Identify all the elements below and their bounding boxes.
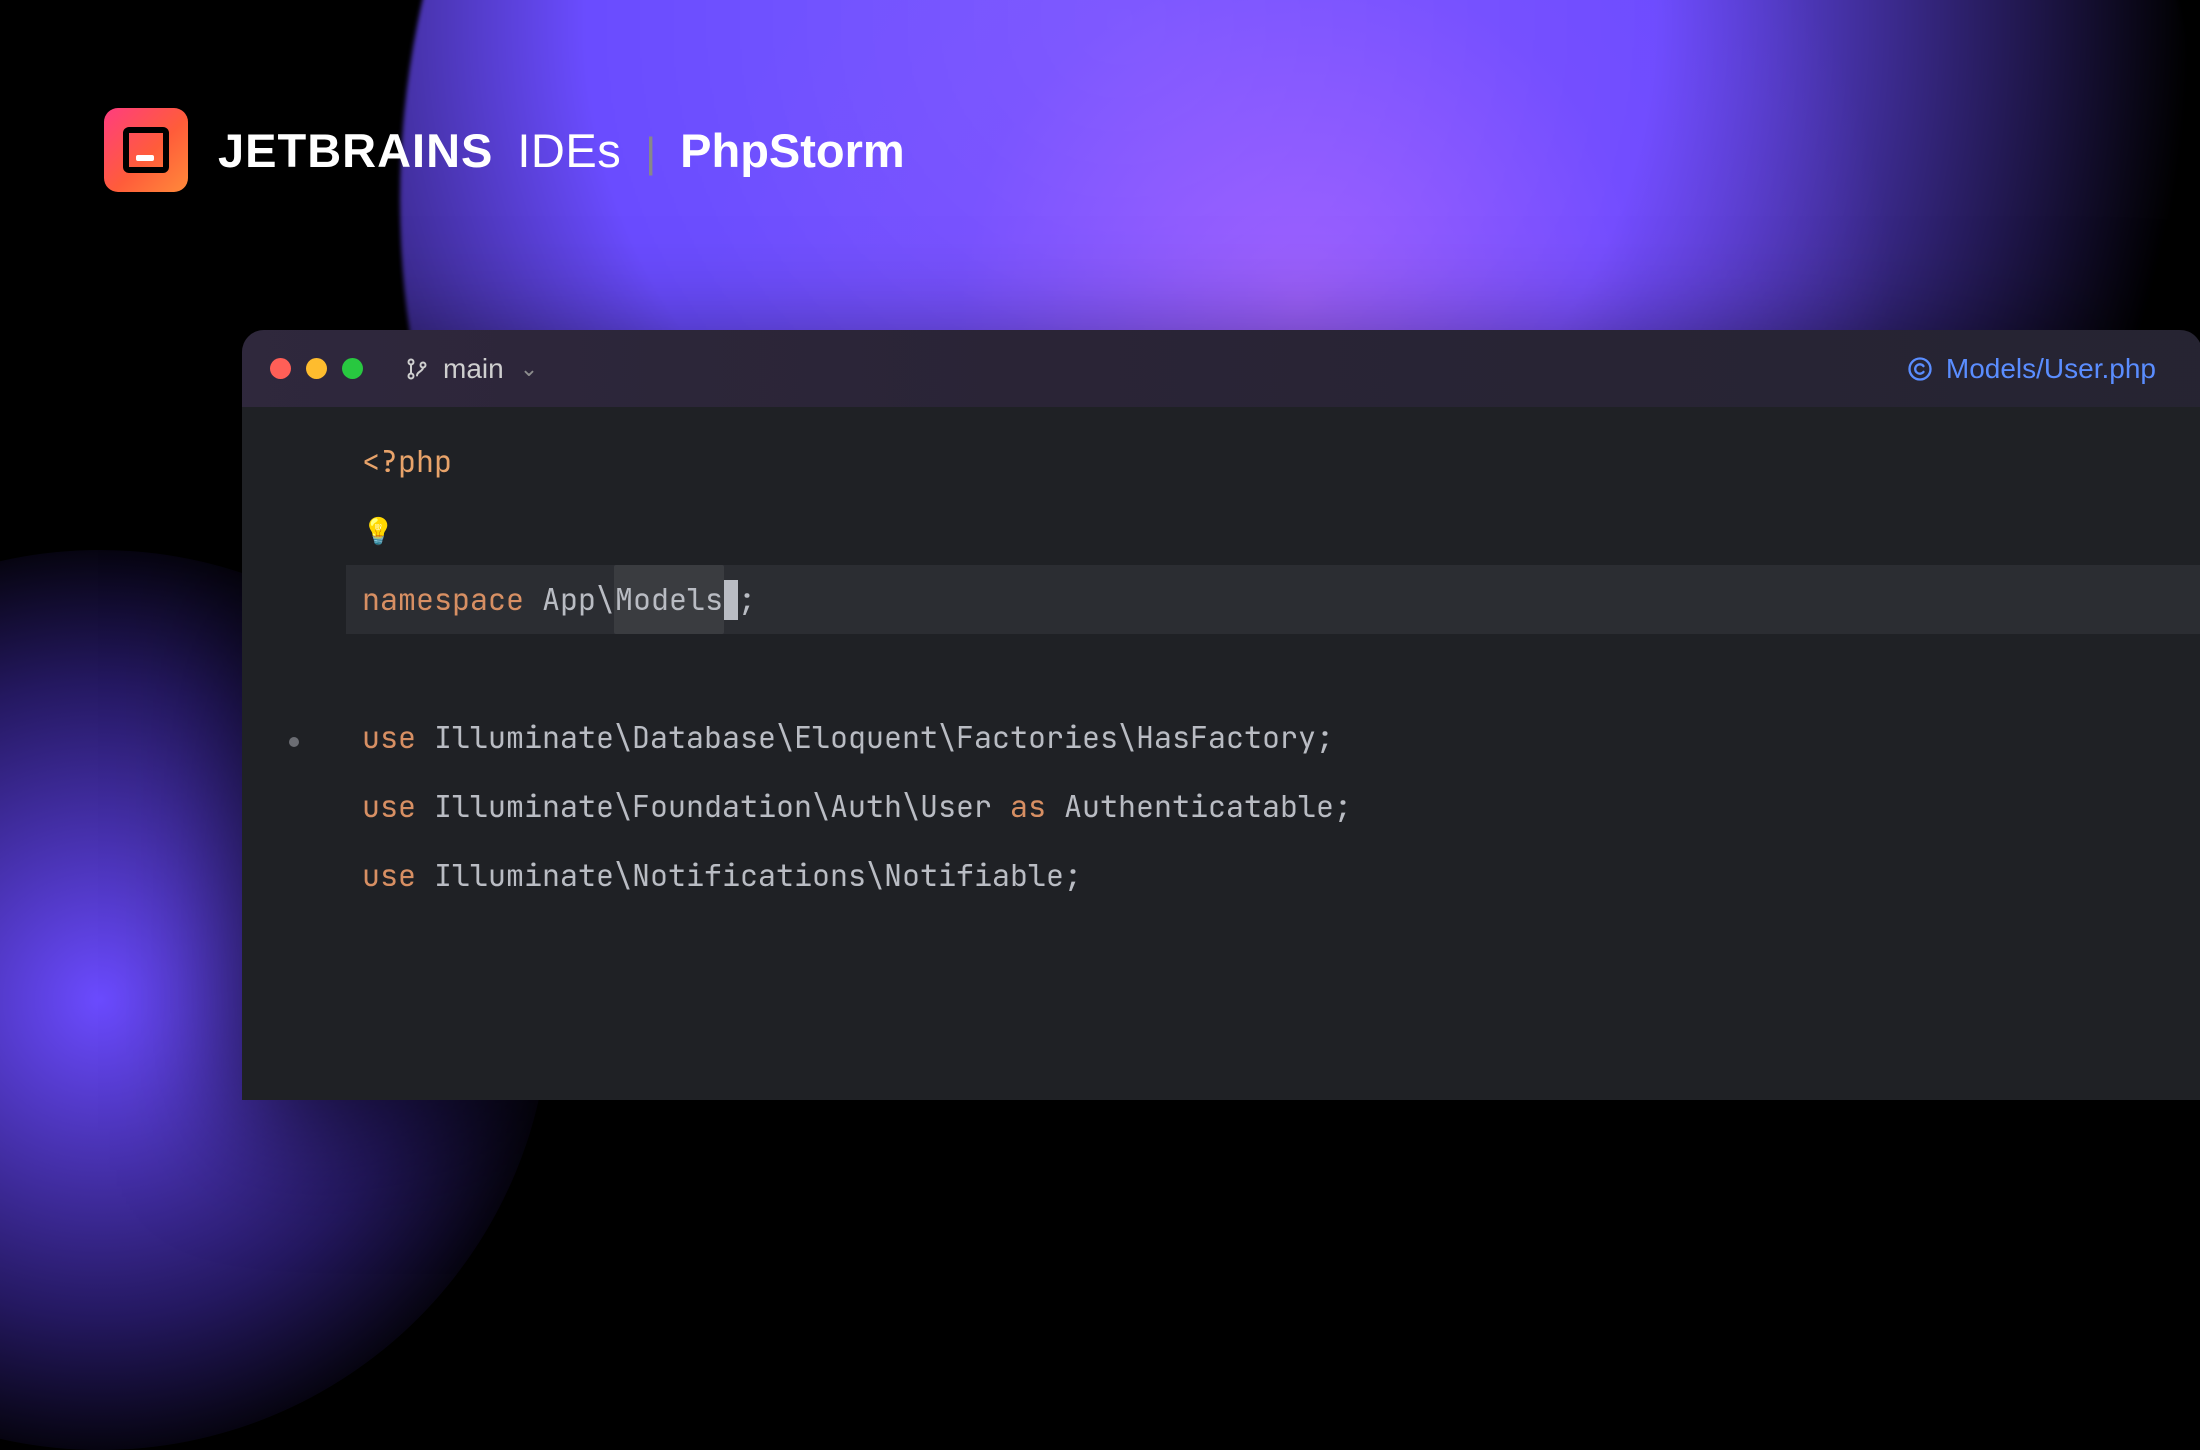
keyword-as: as (1010, 772, 1046, 841)
git-branch-selector[interactable]: main ⌄ (405, 353, 538, 385)
lightbulb-icon[interactable]: 💡 (362, 496, 394, 565)
keyword: namespace (362, 565, 524, 634)
use-path: Illuminate\Notifications\Notifiable; (434, 841, 1082, 910)
keyword: use (362, 772, 416, 841)
namespace-root: App (542, 565, 596, 634)
titlebar: main ⌄ Models/User.php (242, 330, 2200, 407)
separator: | (645, 129, 656, 177)
code-line-current: namespace App\Models; (346, 565, 2200, 634)
gutter-marker (289, 737, 299, 747)
brand-product: PhpStorm (680, 123, 905, 178)
code-line: use Illuminate\Foundation\Auth\User as A… (346, 772, 2200, 841)
code-line: use Illuminate\Notifications\Notifiable; (346, 841, 2200, 910)
brand-text: JETBRAINS IDEs | PhpStorm (218, 123, 905, 178)
use-path: Illuminate\Foundation\Auth\User (434, 772, 992, 841)
namespace-selected: Models (614, 565, 724, 634)
code-line-blank (346, 634, 2200, 703)
minimize-icon[interactable] (306, 358, 327, 379)
semicolon: ; (738, 565, 756, 634)
brand-suite: IDEs (517, 123, 621, 178)
code-area[interactable]: <?php 💡 namespace App\Models; use Illumi… (346, 407, 2200, 1100)
use-alias: Authenticatable; (1064, 772, 1352, 841)
chevron-down-icon: ⌄ (520, 356, 538, 382)
window-controls (270, 358, 363, 379)
branch-name: main (443, 353, 504, 385)
logo-square (123, 127, 169, 173)
fullscreen-icon[interactable] (342, 358, 363, 379)
text-cursor (724, 580, 738, 620)
class-icon (1906, 355, 1934, 383)
brand-header: JETBRAINS IDEs | PhpStorm (104, 108, 905, 192)
php-open-tag: <?php (362, 427, 452, 496)
code-line: use Illuminate\Database\Eloquent\Factori… (346, 703, 2200, 772)
code-line: <?php (346, 427, 2200, 496)
gutter (242, 407, 346, 1100)
keyword: use (362, 703, 416, 772)
close-icon[interactable] (270, 358, 291, 379)
current-file-path[interactable]: Models/User.php (1906, 353, 2156, 385)
jetbrains-logo (104, 108, 188, 192)
code-line: 💡 (346, 496, 2200, 565)
file-path-text: Models/User.php (1946, 353, 2156, 385)
use-path: Illuminate\Database\Eloquent\Factories\H… (434, 703, 1334, 772)
ide-window: main ⌄ Models/User.php <?php 💡 namespace… (242, 330, 2200, 1100)
logo-underscore (136, 155, 154, 161)
brand-company: JETBRAINS (218, 123, 493, 178)
editor: <?php 💡 namespace App\Models; use Illumi… (242, 407, 2200, 1100)
branch-icon (405, 357, 429, 381)
keyword: use (362, 841, 416, 910)
